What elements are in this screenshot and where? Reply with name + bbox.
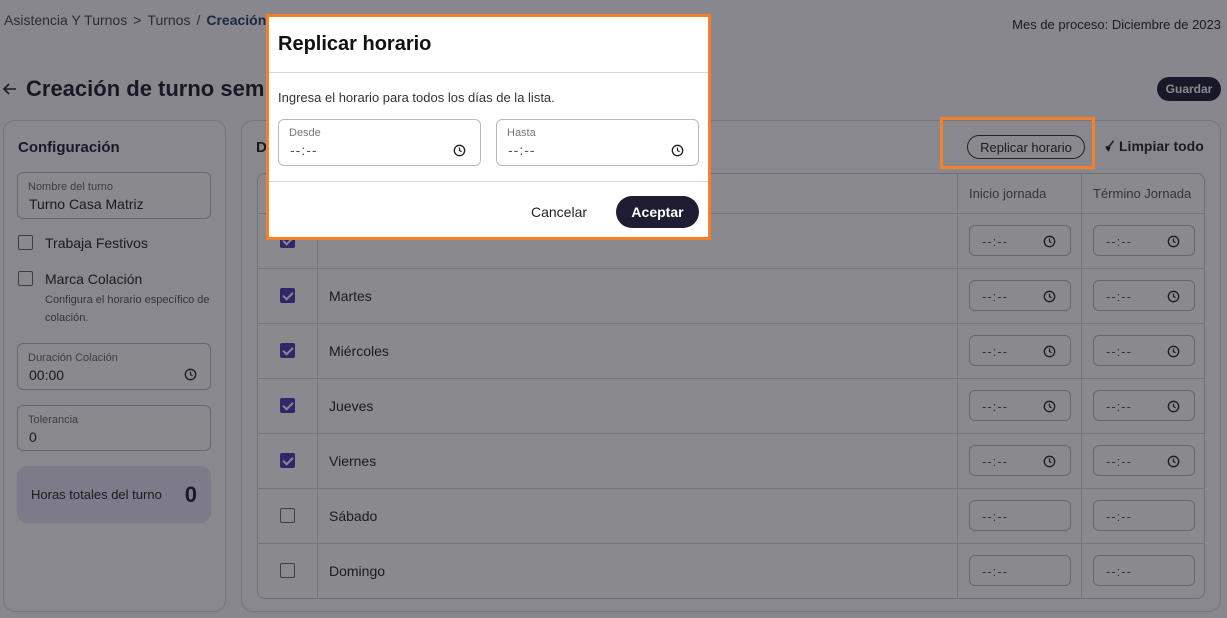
from-time-input[interactable]: Desde --:-- xyxy=(278,119,481,166)
to-time-value: --:-- xyxy=(508,142,536,158)
cancel-button[interactable]: Cancelar xyxy=(531,204,587,220)
dialog-description: Ingresa el horario para todos los días d… xyxy=(278,90,555,105)
from-time-label: Desde xyxy=(289,127,321,139)
to-time-label: Hasta xyxy=(507,127,536,139)
page: Asistencia Y Turnos>Turnos/Creación d Me… xyxy=(0,0,1227,618)
to-time-input[interactable]: Hasta --:-- xyxy=(496,119,699,166)
from-time-value: --:-- xyxy=(290,142,318,158)
highlight-frame xyxy=(940,117,1095,169)
divider xyxy=(269,181,708,182)
clock-icon[interactable] xyxy=(453,144,466,157)
dialog-title: Replicar horario xyxy=(278,33,432,55)
clock-icon[interactable] xyxy=(671,144,684,157)
divider xyxy=(269,72,708,73)
accept-button[interactable]: Aceptar xyxy=(616,196,699,228)
replicate-schedule-dialog: Replicar horario Ingresa el horario para… xyxy=(266,14,711,240)
